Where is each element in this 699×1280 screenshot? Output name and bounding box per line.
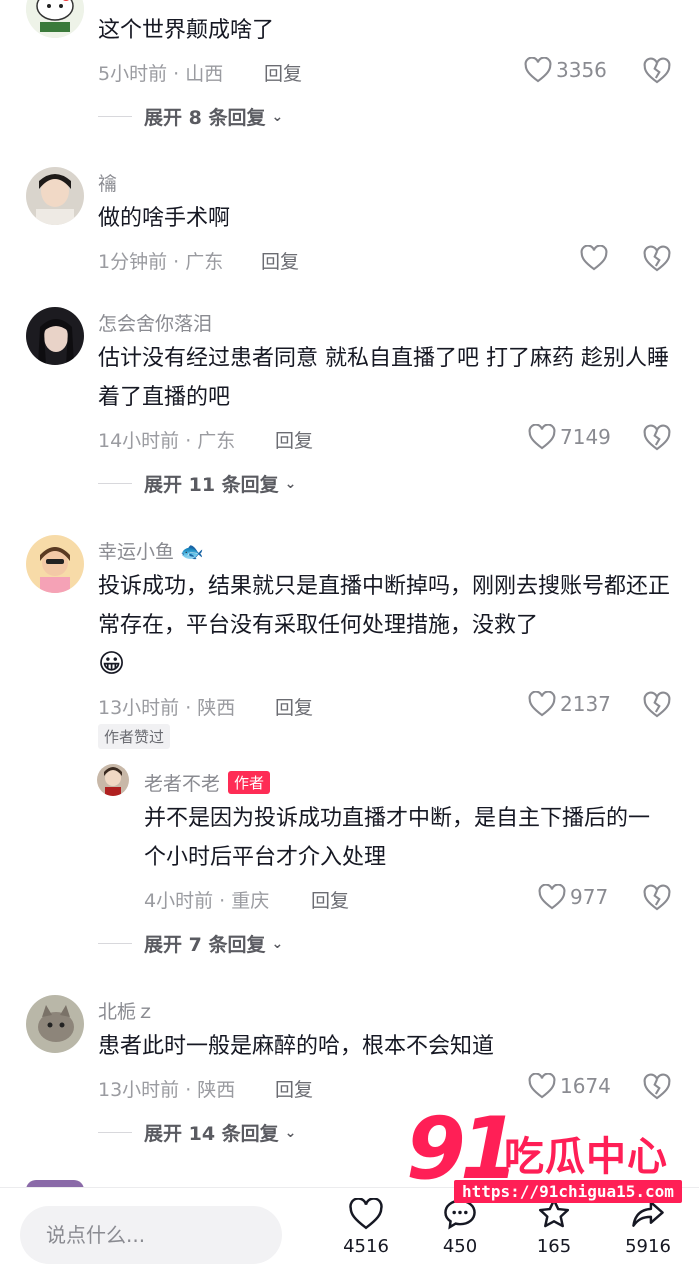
- reply-button[interactable]: 回复: [261, 247, 299, 274]
- comment-time-location: 13小时前 · 陕西: [98, 1079, 236, 1101]
- chevron-down-icon: ⌄: [284, 475, 297, 492]
- username[interactable]: 怎会舍你落泪: [98, 309, 212, 336]
- reply-time-location: 4小时前 · 重庆: [144, 890, 270, 912]
- reply-button[interactable]: 回复: [275, 693, 313, 720]
- reply-button[interactable]: 回复: [311, 886, 349, 913]
- username[interactable]: 北栀ｚ: [98, 997, 155, 1024]
- like-count: 7149: [560, 425, 611, 449]
- like-button[interactable]: 7149: [528, 424, 611, 450]
- watermark-name: 吃瓜中心: [504, 1134, 668, 1180]
- heart-icon: [528, 691, 556, 717]
- like-button[interactable]: 1674: [528, 1073, 611, 1099]
- like-count: 977: [570, 885, 609, 909]
- heart-icon: [528, 424, 556, 450]
- avatar[interactable]: [26, 0, 84, 38]
- heart-icon: [349, 1198, 383, 1230]
- expand-replies[interactable]: 展开 8 条回复 ⌄: [98, 103, 283, 130]
- like-action[interactable]: 4516: [331, 1198, 401, 1257]
- like-count: 3356: [556, 58, 607, 82]
- chevron-down-icon: ⌄: [271, 935, 284, 952]
- reply-button[interactable]: 回复: [264, 59, 302, 86]
- favorite-count: 165: [536, 1236, 572, 1257]
- dislike-icon[interactable]: [643, 691, 671, 719]
- dislike-icon[interactable]: [643, 884, 671, 912]
- heart-icon: [580, 245, 608, 271]
- expand-replies[interactable]: 展开 11 条回复 ⌄: [98, 470, 296, 497]
- dislike-icon[interactable]: [643, 57, 671, 85]
- reply-button[interactable]: 回复: [275, 426, 313, 453]
- dislike-icon[interactable]: [643, 1073, 671, 1101]
- comment-time-location: 13小时前 · 陕西: [98, 697, 236, 719]
- share-count: 5916: [625, 1236, 671, 1257]
- heart-icon: [538, 884, 566, 910]
- expand-replies[interactable]: 展开 7 条回复 ⌄: [98, 930, 283, 957]
- reply-text: 并不是因为投诉成功直播才中断，是自主下播后的一个小时后平台才介入处理: [144, 806, 651, 870]
- heart-icon: [528, 1073, 556, 1099]
- reply-username[interactable]: 老者不老 作者: [144, 769, 271, 796]
- comment-text: 做的啥手术啊: [98, 206, 231, 231]
- like-button[interactable]: [580, 245, 608, 271]
- avatar[interactable]: [26, 995, 84, 1053]
- watermark-logo: 91 吃瓜中心 https://91chigua15.com: [400, 1106, 690, 1210]
- like-button[interactable]: 2137: [528, 691, 611, 717]
- comment-input[interactable]: 说点什么...: [20, 1206, 282, 1264]
- author-tag: 作者: [228, 771, 271, 794]
- avatar[interactable]: [97, 764, 129, 796]
- avatar[interactable]: [26, 535, 84, 593]
- comment-text: 患者此时一般是麻醉的哈，根本不会知道: [98, 1034, 495, 1059]
- like-button[interactable]: 977: [538, 884, 608, 910]
- reply-button[interactable]: 回复: [275, 1075, 313, 1102]
- like-button[interactable]: 3356: [524, 57, 607, 83]
- smile-emoji: 😀: [98, 649, 126, 679]
- like-count: 4516: [343, 1236, 389, 1257]
- comment-text: 这个世界颠成啥了: [98, 18, 275, 43]
- comment-text: 估计没有经过患者同意 就私自直播了吧 打了麻药 趁别人睡着了直播的吧: [98, 346, 669, 410]
- chevron-down-icon: ⌄: [284, 1124, 297, 1141]
- avatar[interactable]: [26, 167, 84, 225]
- watermark-url: https://91chigua15.com: [454, 1180, 682, 1203]
- heart-icon: [524, 57, 552, 83]
- author-liked-badge: 作者赞过: [98, 724, 171, 749]
- comment-time-location: 14小时前 · 广东: [98, 430, 236, 452]
- fish-emoji: 🐟: [180, 541, 204, 563]
- comment-count: 450: [442, 1236, 478, 1257]
- chevron-down-icon: ⌄: [271, 108, 284, 125]
- username[interactable]: 幸运小鱼 🐟: [98, 537, 204, 564]
- comment-text: 投诉成功，结果就只是直播中断掉吗，刚刚去搜账号都还正常存在，平台没有采取任何处理…: [98, 574, 671, 679]
- like-count: 1674: [560, 1074, 611, 1098]
- comment-time-location: 5小时前 · 山西: [98, 63, 224, 85]
- username[interactable]: 禴: [98, 169, 117, 196]
- dislike-icon[interactable]: [643, 245, 671, 273]
- expand-replies[interactable]: 展开 14 条回复 ⌄: [98, 1119, 296, 1146]
- avatar[interactable]: [26, 307, 84, 365]
- dislike-icon[interactable]: [643, 424, 671, 452]
- comment-time-location: 1分钟前 · 广东: [98, 251, 224, 273]
- like-count: 2137: [560, 692, 611, 716]
